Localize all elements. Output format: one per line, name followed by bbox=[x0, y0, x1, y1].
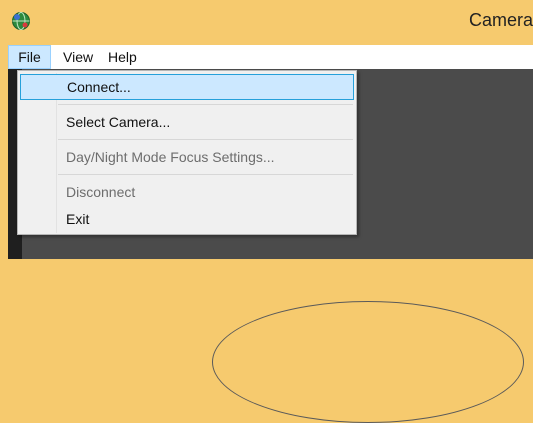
menu-view[interactable]: View bbox=[63, 45, 93, 69]
menu-item-exit[interactable]: Exit bbox=[20, 206, 354, 232]
viewport-arc bbox=[212, 301, 524, 423]
menu-item-connect[interactable]: Connect... bbox=[20, 74, 354, 100]
menu-bar: File View Help bbox=[8, 45, 533, 69]
menu-help[interactable]: Help bbox=[108, 45, 137, 69]
menu-separator bbox=[58, 174, 353, 175]
menu-separator bbox=[58, 104, 353, 105]
app-globe-icon[interactable] bbox=[11, 11, 31, 31]
title-bar[interactable]: Camera bbox=[0, 0, 533, 44]
file-dropdown-menu: Connect... Select Camera... Day/Night Mo… bbox=[17, 70, 357, 235]
menu-separator bbox=[58, 139, 353, 140]
menu-item-disconnect: Disconnect bbox=[66, 184, 136, 200]
app-window: Camera File View Help Connect... Select … bbox=[0, 0, 533, 423]
menu-item-day-night-focus: Day/Night Mode Focus Settings... bbox=[66, 149, 275, 165]
window-title: Camera bbox=[468, 10, 533, 30]
menu-file[interactable]: File bbox=[8, 45, 51, 69]
menu-item-select-camera[interactable]: Select Camera... bbox=[20, 109, 354, 135]
